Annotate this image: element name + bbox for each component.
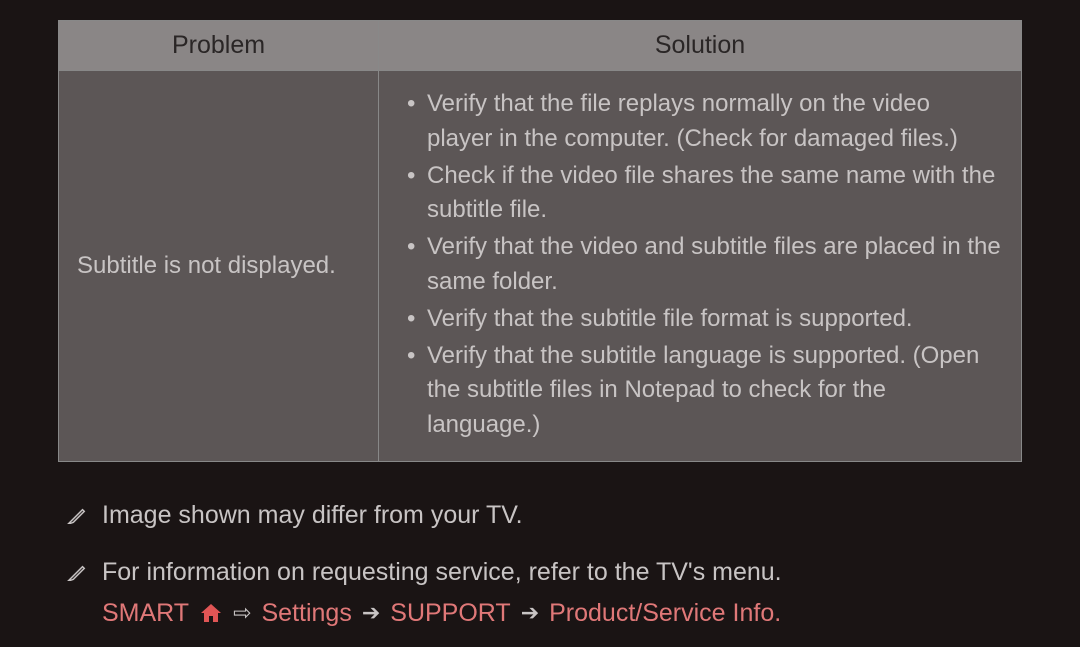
note-item: For information on requesting service, r…	[66, 555, 1022, 631]
notes-section: Image shown may differ from your TV. For…	[58, 498, 1022, 631]
solution-list: Verify that the file replays normally on…	[399, 87, 1001, 443]
problem-cell: Subtitle is not displayed.	[59, 71, 379, 462]
arrow-icon: ➔	[362, 598, 380, 629]
arrow-icon: ⇨	[233, 598, 251, 629]
note-text: For information on requesting service, r…	[102, 555, 1022, 590]
note-text: Image shown may differ from your TV.	[102, 498, 1022, 533]
menu-path: SMART ⇨ Settings ➔ SUPPORT ➔ Product/Ser…	[102, 596, 1022, 631]
pencil-icon	[66, 559, 88, 594]
list-item: Verify that the file replays normally on…	[399, 87, 1001, 157]
column-header-solution: Solution	[379, 21, 1022, 71]
note-item: Image shown may differ from your TV.	[66, 498, 1022, 537]
home-icon	[199, 602, 223, 624]
list-item: Verify that the subtitle language is sup…	[399, 339, 1001, 443]
solution-cell: Verify that the file replays normally on…	[379, 71, 1022, 462]
nav-product: Product/Service Info.	[549, 596, 781, 631]
list-item: Verify that the subtitle file format is …	[399, 302, 1001, 337]
nav-support: SUPPORT	[390, 596, 510, 631]
list-item: Verify that the video and subtitle files…	[399, 230, 1001, 300]
column-header-problem: Problem	[59, 21, 379, 71]
list-item: Check if the video file shares the same …	[399, 159, 1001, 229]
troubleshooting-table: Problem Solution Subtitle is not display…	[58, 20, 1022, 462]
pencil-icon	[66, 502, 88, 537]
nav-settings: Settings	[262, 596, 352, 631]
nav-smart: SMART	[102, 596, 189, 631]
arrow-icon: ➔	[521, 598, 539, 629]
table-row: Subtitle is not displayed. Verify that t…	[59, 71, 1022, 462]
